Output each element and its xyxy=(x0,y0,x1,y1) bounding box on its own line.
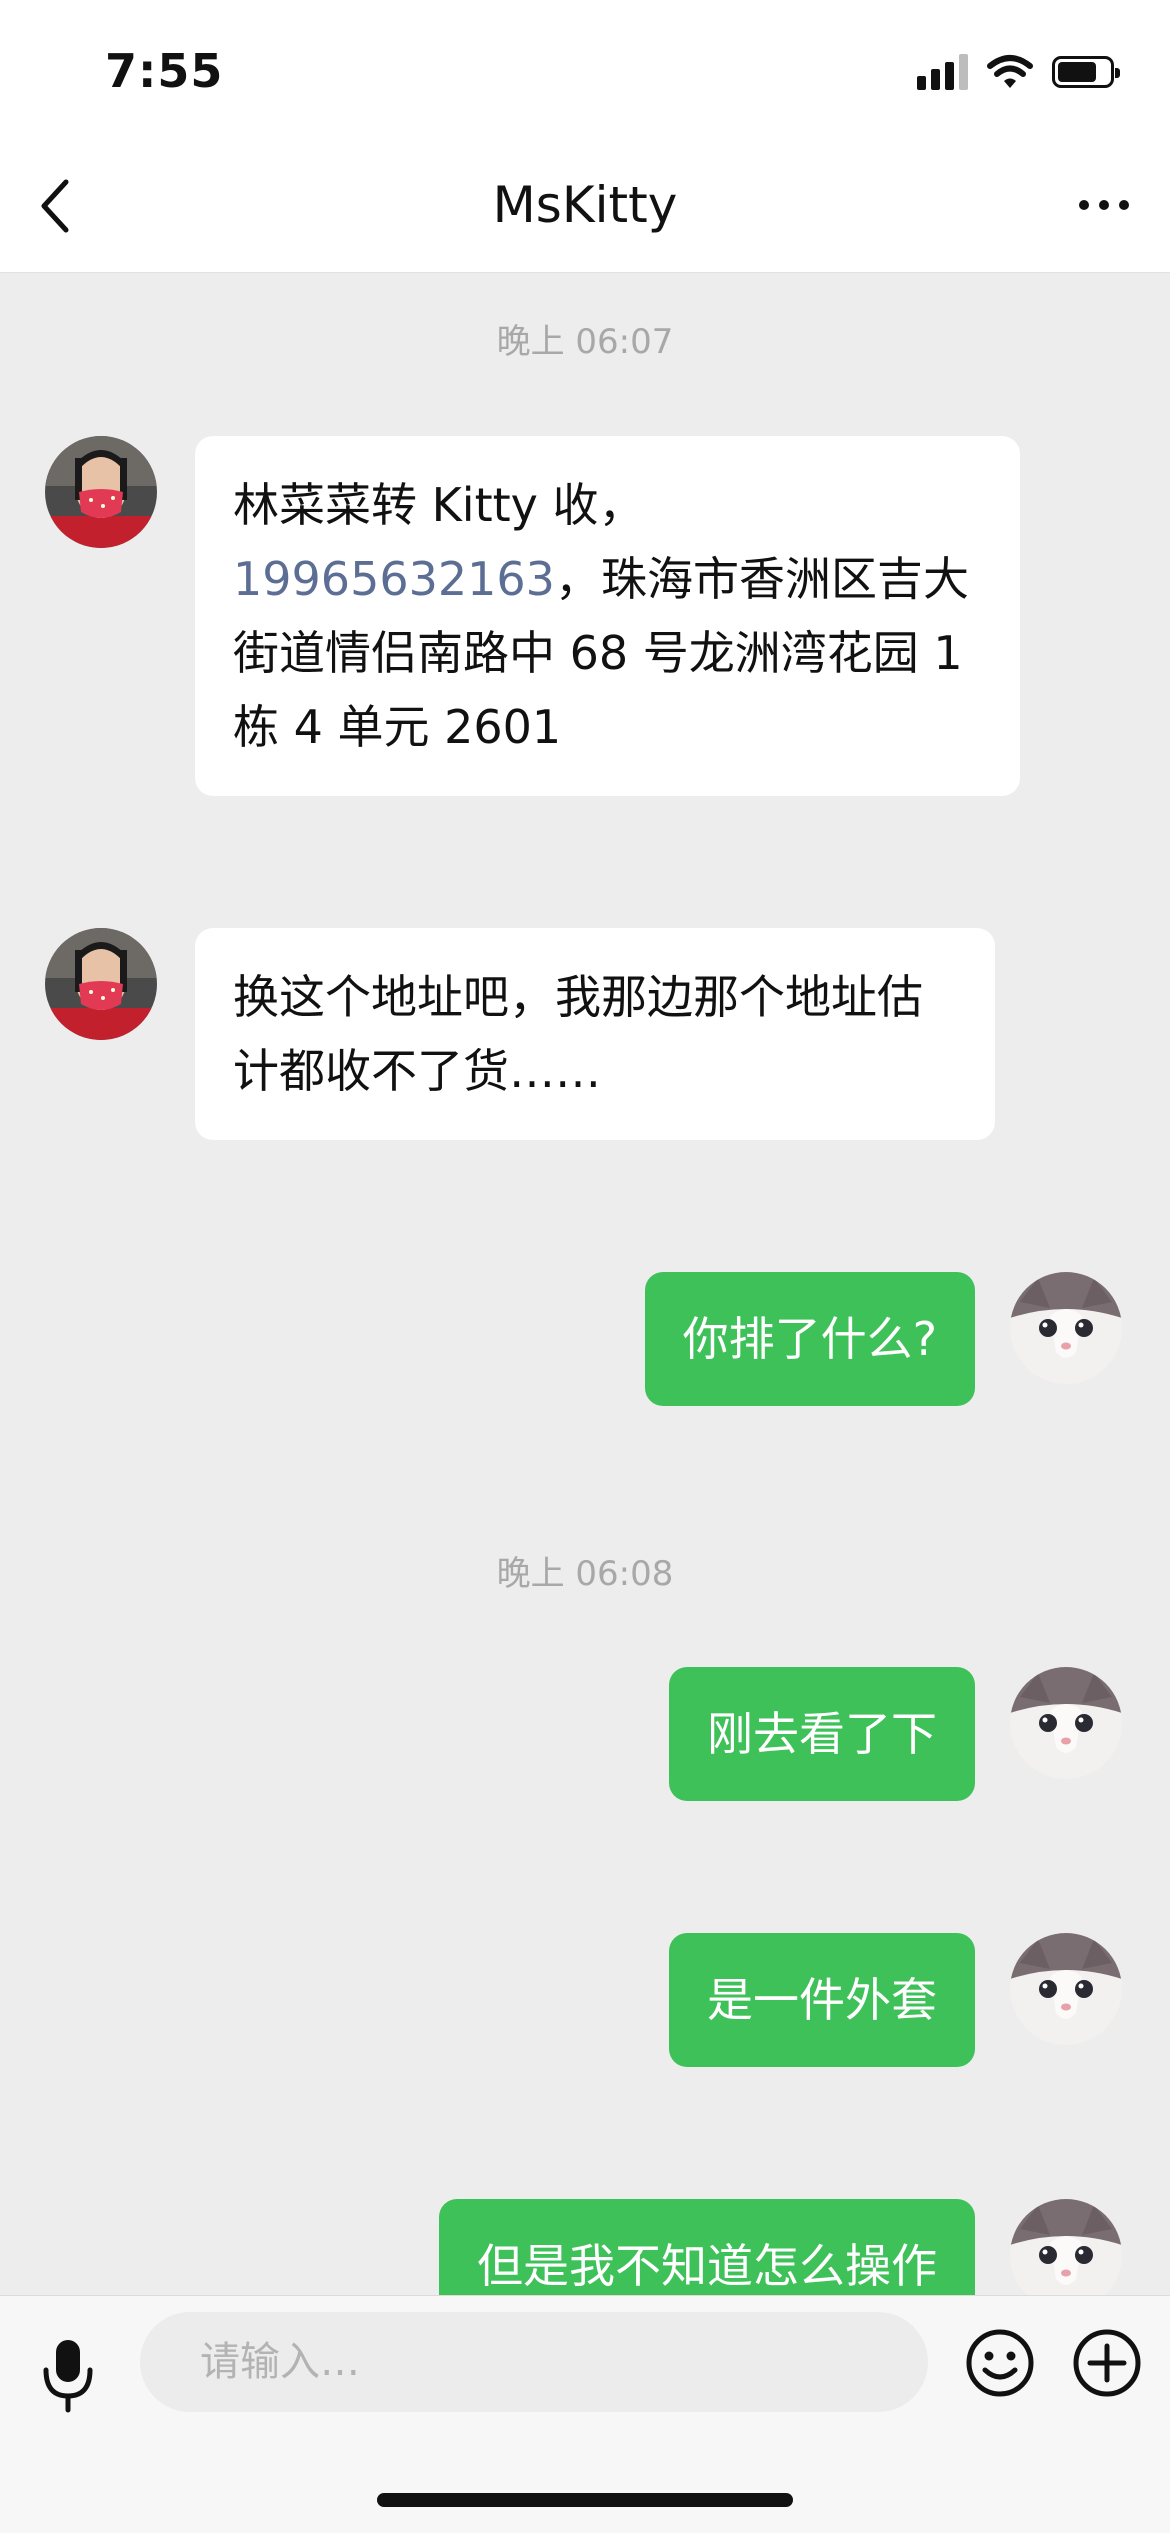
input-bar: 请输入… xyxy=(0,2295,1170,2533)
my-avatar[interactable] xyxy=(1010,1667,1122,1779)
message-bubble-incoming[interactable]: 林菜菜转 Kitty 收，19965632163，珠海市香洲区吉大街道情侣南路中… xyxy=(195,436,1020,796)
message-list[interactable]: 晚上 06:07 林菜菜转 Kitty 收，19965632163，珠海市香洲区… xyxy=(0,272,1170,2295)
message-text: 刚去看了下 xyxy=(707,1707,937,1761)
wifi-icon xyxy=(987,55,1033,88)
message-bubble-outgoing[interactable]: 是一件外套 xyxy=(669,1933,975,2067)
message-bubble-incoming[interactable]: 换这个地址吧，我那边那个地址估计都收不了货…… xyxy=(195,928,995,1140)
status-icons xyxy=(917,52,1120,92)
more-dots-icon[interactable] xyxy=(1074,180,1134,230)
contact-avatar[interactable] xyxy=(45,436,157,548)
status-bar: 7:55 xyxy=(0,0,1170,140)
nav-bar: MsKitty xyxy=(0,140,1170,273)
message-input[interactable]: 请输入… xyxy=(140,2312,928,2412)
chat-title: MsKitty xyxy=(492,176,678,234)
message-text: 换这个地址吧，我那边那个地址估计都收不了货…… xyxy=(233,970,923,1098)
plus-icon[interactable] xyxy=(1072,2328,1142,2398)
emoji-icon[interactable] xyxy=(965,2328,1035,2398)
message-bubble-outgoing[interactable]: 但是我不知道怎么操作 xyxy=(439,2199,975,2295)
message-bubble-outgoing[interactable]: 刚去看了下 xyxy=(669,1667,975,1801)
message-bubble-outgoing[interactable]: 你排了什么? xyxy=(644,1272,975,1406)
message-text: 但是我不知道怎么操作 xyxy=(477,2239,937,2293)
microphone-icon[interactable] xyxy=(38,2334,98,2414)
contact-avatar[interactable] xyxy=(45,928,157,1040)
cellular-signal-icon xyxy=(917,54,968,90)
my-avatar[interactable] xyxy=(1010,1933,1122,2045)
my-avatar[interactable] xyxy=(1010,1272,1122,1384)
status-time: 7:55 xyxy=(105,44,224,98)
my-avatar[interactable] xyxy=(1010,2199,1122,2295)
timestamp: 晚上 06:08 xyxy=(496,1554,674,1594)
battery-icon xyxy=(1052,56,1120,88)
home-indicator[interactable] xyxy=(377,2493,793,2507)
message-text: 你排了什么? xyxy=(682,1312,937,1366)
phone-link[interactable]: 19965632163 xyxy=(233,552,555,606)
timestamp: 晚上 06:07 xyxy=(496,322,674,362)
message-text: 林菜菜转 Kitty 收， xyxy=(233,478,645,532)
message-text: 是一件外套 xyxy=(707,1973,937,2027)
